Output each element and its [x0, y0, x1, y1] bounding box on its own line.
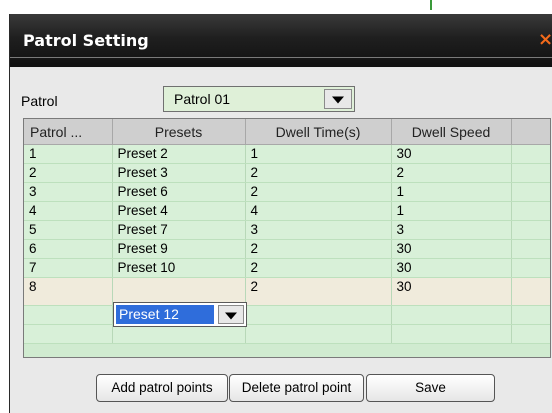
- cell-empty: [391, 305, 512, 325]
- cell-patrol-number: 7: [24, 258, 113, 278]
- cell-dwell-time: 2: [245, 258, 392, 278]
- preset-cell-select[interactable]: Preset 12: [113, 302, 247, 327]
- title-bar: Patrol Setting ×: [10, 14, 552, 67]
- cell-dwell-speed: 30: [391, 239, 512, 259]
- cell-empty: [112, 324, 246, 344]
- cell-dwell-time: 2: [245, 182, 392, 202]
- cell-empty: [511, 324, 550, 344]
- table-row[interactable]: 5 Preset 7 3 3: [24, 220, 550, 240]
- cell-patrol-number: 5: [24, 220, 113, 240]
- cell-extra: [511, 220, 550, 240]
- column-header-dwell-time[interactable]: Dwell Time(s): [245, 119, 392, 145]
- cell-empty: [511, 305, 550, 325]
- table-row-selected[interactable]: 8 2 30: [24, 277, 550, 306]
- cell-extra: [511, 258, 550, 278]
- cell-patrol-number: 8: [24, 277, 113, 306]
- cell-patrol-number: 6: [24, 239, 113, 259]
- dialog-title: Patrol Setting: [23, 31, 149, 50]
- chevron-down-icon: [332, 96, 344, 104]
- preset-cell-select-value: Preset 12: [116, 305, 214, 324]
- delete-patrol-point-button[interactable]: Delete patrol point: [229, 374, 364, 402]
- table-row[interactable]: 7 Preset 10 2 30: [24, 258, 550, 278]
- cell-preset: Preset 2: [112, 144, 246, 164]
- cell-patrol-number: 4: [24, 201, 113, 221]
- cell-extra: [511, 144, 550, 164]
- cell-preset: Preset 7: [112, 220, 246, 240]
- patrol-select-value: Patrol 01: [174, 91, 231, 107]
- cell-dwell-speed: 1: [391, 182, 512, 202]
- cell-patrol-number: 2: [24, 163, 113, 183]
- background-strip: [0, 0, 552, 14]
- cell-patrol-number: 1: [24, 144, 113, 164]
- cell-extra: [511, 201, 550, 221]
- cell-empty: [24, 324, 113, 344]
- column-header-extra: [511, 119, 550, 145]
- cell-extra: [511, 163, 550, 183]
- table-row[interactable]: 6 Preset 9 2 30: [24, 239, 550, 259]
- cell-dwell-speed: 30: [391, 258, 512, 278]
- cell-empty: [245, 305, 392, 325]
- close-icon[interactable]: ×: [538, 30, 552, 50]
- chevron-down-icon: [225, 312, 237, 320]
- cell-dwell-speed: 30: [391, 277, 512, 306]
- cell-dwell-time: 2: [245, 239, 392, 259]
- cell-dwell-time: 2: [245, 277, 392, 306]
- cell-preset: Preset 6: [112, 182, 246, 202]
- cell-extra: [511, 277, 550, 306]
- cell-dwell-speed: 1: [391, 201, 512, 221]
- cell-empty: [245, 324, 392, 344]
- cell-dwell-speed: 3: [391, 220, 512, 240]
- cell-dwell-speed: 30: [391, 144, 512, 164]
- cell-preset: Preset 3: [112, 163, 246, 183]
- cell-dwell-time: 1: [245, 144, 392, 164]
- patrol-points-table: Patrol ... Presets Dwell Time(s) Dwell S…: [23, 118, 551, 358]
- cell-patrol-number: 3: [24, 182, 113, 202]
- cell-dwell-speed: 2: [391, 163, 512, 183]
- patrol-dropdown-button[interactable]: [324, 89, 352, 109]
- column-header-presets[interactable]: Presets: [112, 119, 246, 145]
- cell-preset: Preset 4: [112, 201, 246, 221]
- cell-extra: [511, 239, 550, 259]
- cell-extra: [511, 182, 550, 202]
- add-patrol-points-button[interactable]: Add patrol points: [96, 374, 228, 402]
- cell-preset: Preset 10: [112, 258, 246, 278]
- cell-empty: [391, 324, 512, 344]
- table-row[interactable]: 2 Preset 3 2 2: [24, 163, 550, 183]
- patrol-select[interactable]: Patrol 01: [163, 86, 355, 112]
- table-row[interactable]: 1 Preset 2 1 30: [24, 144, 550, 164]
- table-row[interactable]: 4 Preset 4 4 1: [24, 201, 550, 221]
- title-divider: [10, 57, 552, 58]
- table-row-empty: [24, 324, 550, 344]
- save-button[interactable]: Save: [366, 374, 495, 402]
- table-row[interactable]: 3 Preset 6 2 1: [24, 182, 550, 202]
- cell-dwell-time: 3: [245, 220, 392, 240]
- cell-empty: [24, 305, 113, 325]
- background-mark: [430, 0, 432, 10]
- cell-preset: Preset 9: [112, 239, 246, 259]
- preset-dropdown-button[interactable]: [218, 305, 244, 324]
- cell-dwell-time: 2: [245, 163, 392, 183]
- cell-dwell-time: 4: [245, 201, 392, 221]
- column-header-dwell-speed[interactable]: Dwell Speed: [391, 119, 512, 145]
- table-header: Patrol ... Presets Dwell Time(s) Dwell S…: [24, 119, 550, 145]
- column-header-patrol[interactable]: Patrol ...: [24, 119, 113, 145]
- table-row-empty: [24, 305, 550, 325]
- patrol-label: Patrol: [21, 93, 58, 109]
